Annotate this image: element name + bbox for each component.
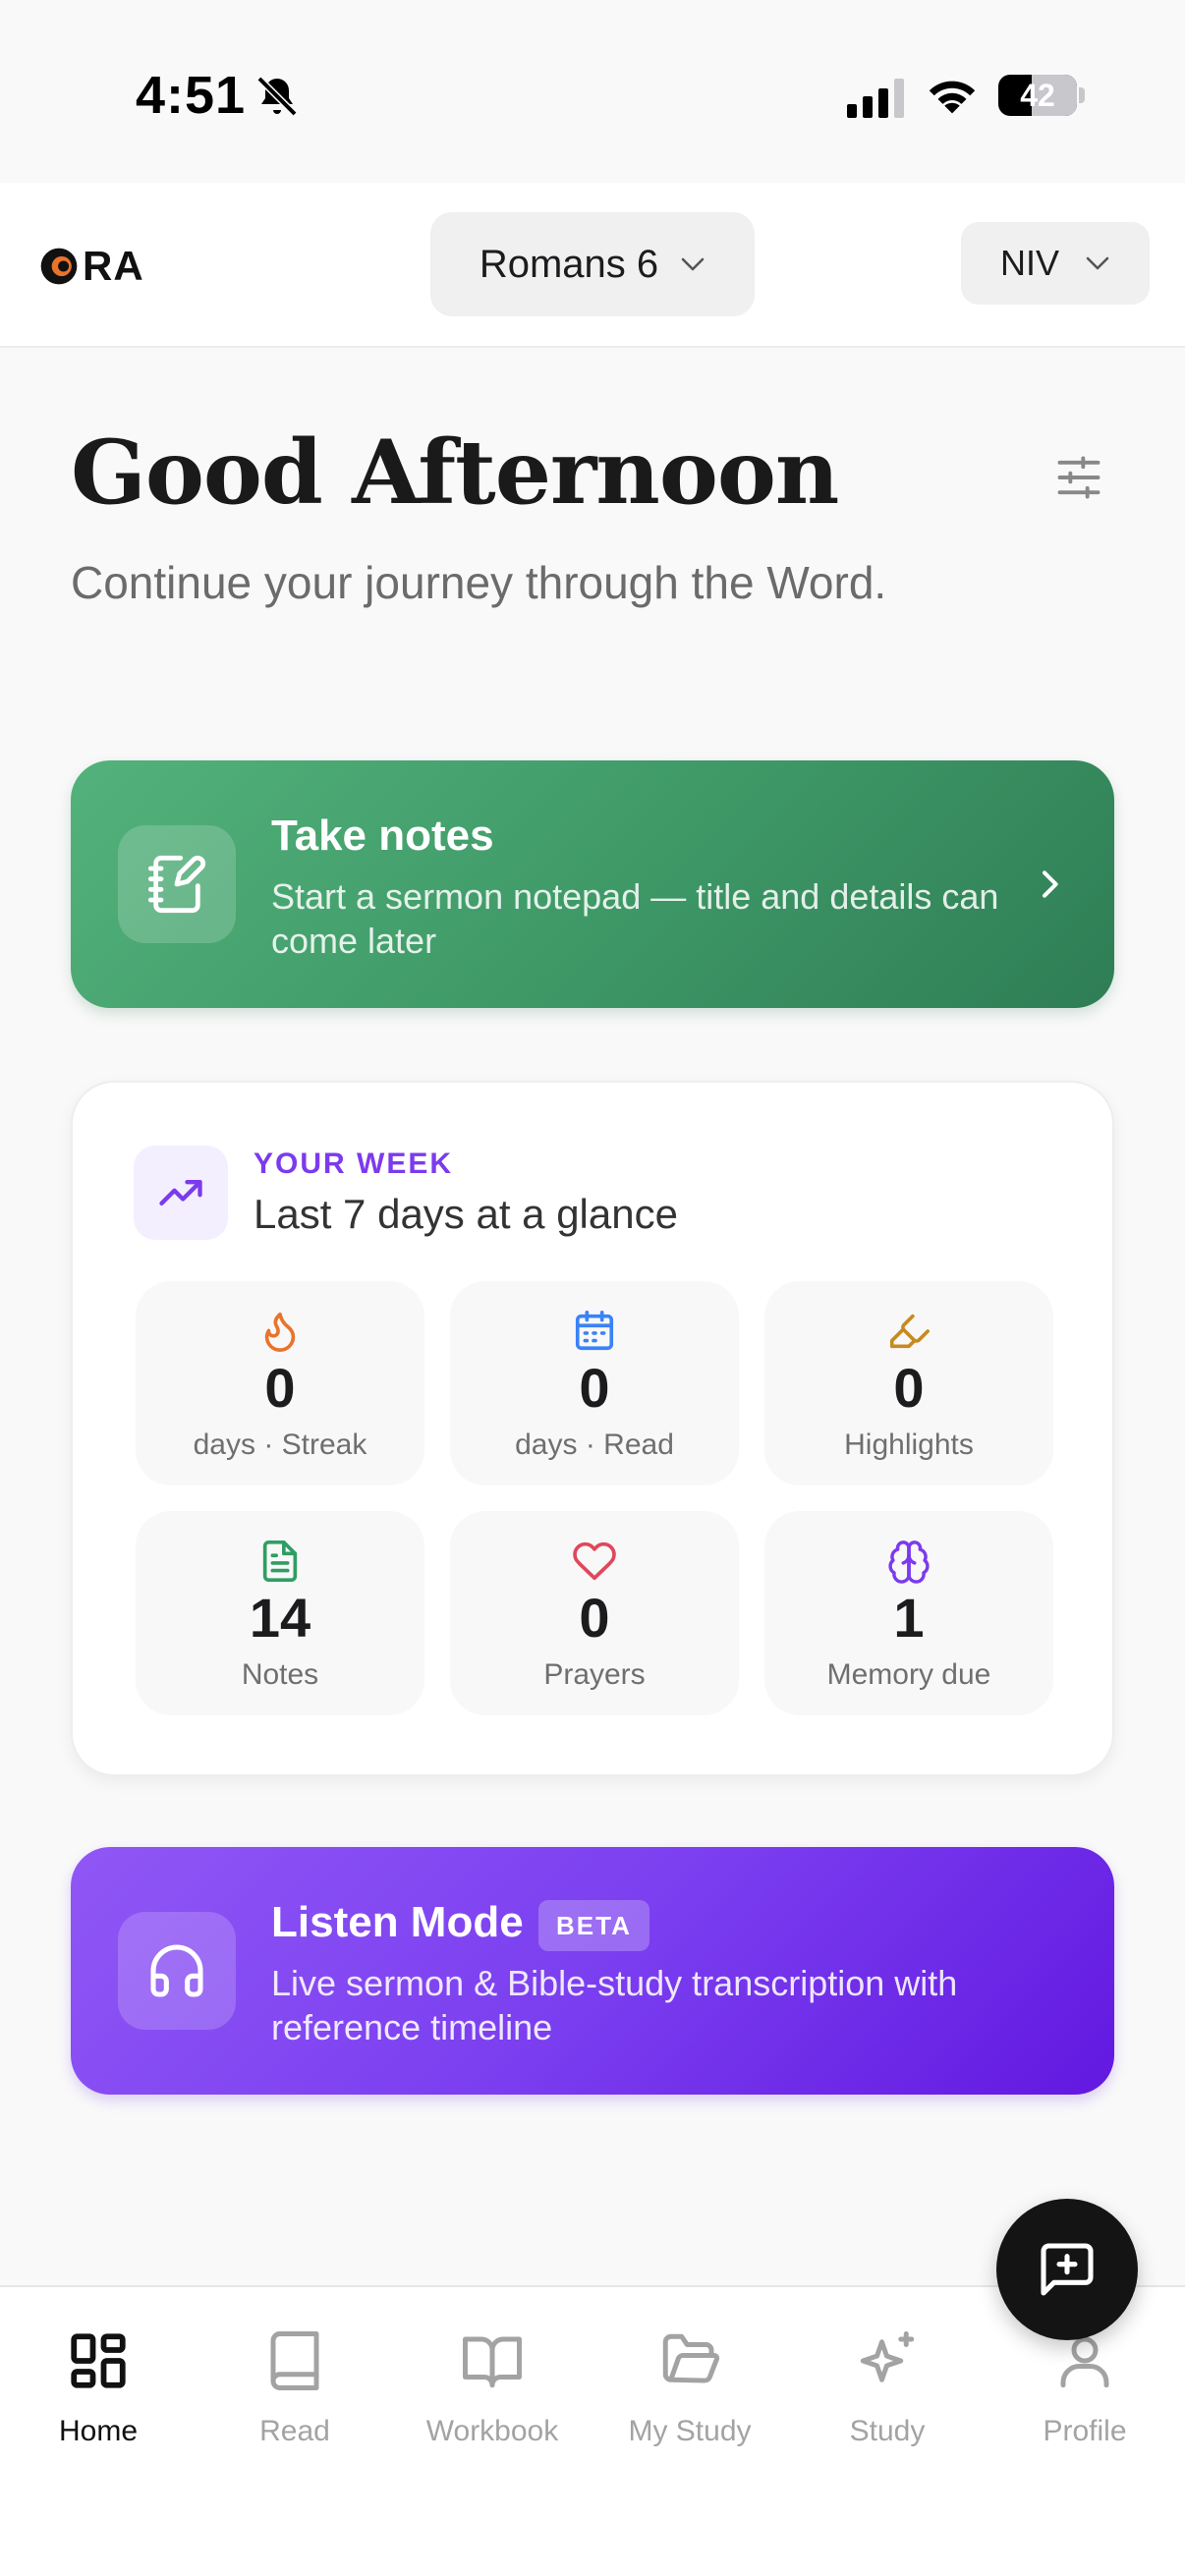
cellular-signal-icon: [847, 79, 904, 118]
week-title: Last 7 days at a glance: [254, 1191, 678, 1237]
stat-streak[interactable]: 0 days · Streak: [136, 1281, 424, 1485]
book-icon: [270, 2331, 319, 2390]
take-notes-description: Start a sermon notepad — title and detai…: [271, 876, 999, 961]
chevron-down-icon: [681, 257, 705, 271]
listen-icon-box: [118, 1912, 236, 2030]
chevron-down-icon: [1086, 256, 1109, 270]
greeting-title: Good Afternoon: [71, 420, 839, 525]
message-plus-icon: [1041, 2243, 1094, 2296]
stat-value: 0: [893, 1357, 925, 1419]
stat-label: days · Read: [515, 1428, 674, 1461]
brain-icon: [888, 1540, 930, 1584]
new-message-fab[interactable]: [996, 2199, 1138, 2340]
stat-value: 0: [579, 1357, 610, 1419]
app-logo[interactable]: RA: [37, 242, 144, 291]
stat-label: days · Streak: [193, 1428, 367, 1461]
bible-version-label: NIV: [999, 243, 1059, 283]
stats-grid: 0 days · Streak 0 days · Read 0 Highligh…: [136, 1281, 1053, 1715]
stat-value: 14: [249, 1587, 311, 1649]
stat-label: Notes: [241, 1658, 319, 1691]
listen-mode-card[interactable]: Listen Mode BETA Live sermon & Bible-stu…: [71, 1847, 1114, 2095]
book-chapter-selector[interactable]: Romans 6: [430, 212, 755, 316]
tab-study[interactable]: Study: [789, 2328, 986, 2476]
stat-label: Highlights: [844, 1428, 974, 1461]
logo-ring-icon: [40, 248, 78, 285]
take-notes-card[interactable]: Take notes Start a sermon notepad — titl…: [71, 760, 1114, 1008]
battery-tip: [1079, 87, 1085, 103]
greeting-subtitle: Continue your journey through the Word.: [71, 557, 887, 608]
tab-label: Workbook: [425, 2415, 559, 2447]
home-grid-icon: [71, 2333, 126, 2388]
stat-label: Prayers: [543, 1658, 646, 1691]
listen-mode-description: Live sermon & Bible-study transcription …: [271, 1963, 958, 2047]
notes-icon-box: [118, 825, 236, 943]
bible-version-selector[interactable]: NIV: [961, 222, 1150, 305]
headphones-icon: [150, 1944, 203, 1997]
folder-open-icon: [662, 2333, 720, 2383]
sliders-icon[interactable]: [1053, 452, 1104, 503]
tab-label: Home: [58, 2415, 139, 2447]
stat-value: 1: [893, 1587, 925, 1649]
week-icon-box: [134, 1146, 228, 1240]
open-book-icon: [463, 2336, 522, 2388]
tab-label: Profile: [1043, 2415, 1127, 2447]
highlighter-icon: [889, 1314, 930, 1349]
your-week-card: YOUR WEEK Last 7 days at a glance 0 days…: [71, 1081, 1114, 1776]
stat-label: Memory due: [826, 1658, 991, 1691]
logo-text: RA: [83, 243, 144, 289]
file-text-icon: [262, 1540, 298, 1582]
stat-read[interactable]: 0 days · Read: [450, 1281, 739, 1485]
battery-percent: 42: [1020, 77, 1055, 113]
stat-notes[interactable]: 14 Notes: [136, 1511, 424, 1715]
heart-icon: [573, 1541, 616, 1581]
book-chapter-label: Romans 6: [479, 242, 659, 286]
beta-badge: BETA: [538, 1900, 649, 1951]
week-label: YOUR WEEK: [254, 1148, 454, 1180]
tab-workbook[interactable]: Workbook: [394, 2328, 591, 2476]
tab-label: Read: [259, 2415, 330, 2447]
tab-read[interactable]: Read: [197, 2328, 393, 2476]
app-header: RA Romans 6 NIV: [0, 183, 1185, 348]
status-bar: 4:51 42: [0, 0, 1185, 183]
tab-my-study[interactable]: My Study: [592, 2328, 788, 2476]
stat-highlights[interactable]: 0 Highlights: [764, 1281, 1053, 1485]
stat-prayers[interactable]: 0 Prayers: [450, 1511, 739, 1715]
stat-memory-due[interactable]: 1 Memory due: [764, 1511, 1053, 1715]
tab-label: My Study: [628, 2415, 752, 2447]
flame-icon: [264, 1312, 296, 1352]
battery-indicator: 42: [998, 75, 1077, 116]
chevron-right-icon: [1043, 870, 1058, 898]
tab-label: Study: [849, 2415, 926, 2447]
bell-slash-icon: [256, 76, 298, 117]
bottom-tab-bar: Home Read Workbook My Study Study Profil…: [0, 2285, 1185, 2576]
listen-mode-title: Listen Mode: [271, 1898, 524, 1946]
wifi-icon: [929, 81, 976, 114]
trending-up-icon: [159, 1180, 202, 1205]
status-time: 4:51: [136, 66, 247, 125]
sparkles-icon: [860, 2331, 915, 2382]
tab-home[interactable]: Home: [0, 2328, 197, 2476]
stat-value: 0: [579, 1587, 610, 1649]
calendar-icon: [575, 1311, 614, 1351]
take-notes-title: Take notes: [271, 812, 494, 860]
tab-profile[interactable]: Profile: [987, 2328, 1183, 2476]
stat-value: 0: [264, 1357, 296, 1419]
notebook-pen-icon: [147, 855, 206, 914]
